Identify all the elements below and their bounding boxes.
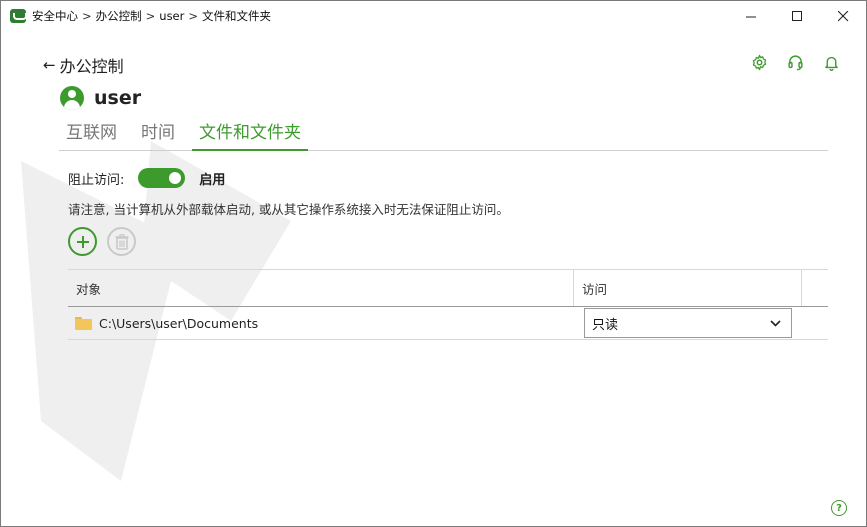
breadcrumb-item: user xyxy=(159,9,185,23)
settings-button[interactable] xyxy=(750,53,768,71)
plus-icon xyxy=(76,235,89,248)
notifications-button[interactable] xyxy=(822,53,840,71)
minimize-icon xyxy=(745,16,756,17)
toggle-knob xyxy=(169,172,182,184)
table-row[interactable]: C:\Users\user\Documents 只读 xyxy=(68,307,828,340)
column-header-spacer xyxy=(802,270,828,306)
breadcrumb-item: 文件和文件夹 xyxy=(202,9,272,23)
breadcrumb-item: 办公控制 xyxy=(95,9,142,23)
access-cell: 只读 xyxy=(574,308,802,338)
column-header-object[interactable]: 对象 xyxy=(68,270,574,306)
tab-internet[interactable]: 互联网 xyxy=(59,121,124,151)
object-cell: C:\Users\user\Documents xyxy=(68,316,574,331)
bell-icon xyxy=(824,56,838,71)
user-name: user xyxy=(94,87,142,109)
breadcrumb-separator: > xyxy=(145,9,156,23)
notice-text: 请注意, 当计算机从外部载体启动, 或从其它操作系统接入时无法保证阻止访问。 xyxy=(68,202,509,217)
breadcrumb-separator: > xyxy=(188,9,199,23)
support-button[interactable] xyxy=(786,53,804,71)
title-bar: 安全中心 > 办公控制 > user > 文件和文件夹 xyxy=(1,1,866,31)
tab-files-and-folders[interactable]: 文件和文件夹 xyxy=(192,121,308,151)
maximize-button[interactable] xyxy=(774,1,820,31)
back-arrow-icon: ← xyxy=(43,56,56,74)
object-path: C:\Users\user\Documents xyxy=(99,315,259,331)
breadcrumb-separator: > xyxy=(82,9,92,23)
toggle-state-label: 启用 xyxy=(199,172,226,188)
close-button[interactable] xyxy=(820,1,866,31)
access-select-value: 只读 xyxy=(592,317,619,333)
window-controls xyxy=(728,1,866,31)
breadcrumb-item: 安全中心 xyxy=(32,9,78,23)
headset-icon xyxy=(787,55,803,70)
trash-icon xyxy=(115,233,128,250)
block-access-row: 阻止访问: 启用 xyxy=(68,168,225,188)
close-icon xyxy=(837,10,848,21)
tab-time[interactable]: 时间 xyxy=(134,121,182,151)
help-button[interactable]: ? xyxy=(831,500,847,516)
back-label: 办公控制 xyxy=(59,57,124,76)
folder-icon xyxy=(75,316,92,330)
access-table: 对象 访问 C:\Users\user\Documents 只读 xyxy=(68,269,828,340)
user-header: user xyxy=(60,86,141,110)
action-buttons xyxy=(68,227,136,256)
breadcrumb: 安全中心 > 办公控制 > user > 文件和文件夹 xyxy=(32,8,271,24)
question-icon: ? xyxy=(836,502,842,514)
minimize-button[interactable] xyxy=(728,1,774,31)
table-header: 对象 访问 xyxy=(68,269,828,307)
column-header-access[interactable]: 访问 xyxy=(574,270,802,306)
block-access-label: 阻止访问: xyxy=(68,172,125,188)
tab-bar: 互联网 时间 文件和文件夹 xyxy=(59,121,828,151)
back-link[interactable]: ← 办公控制 xyxy=(43,53,124,77)
block-access-toggle[interactable] xyxy=(138,168,186,188)
gear-icon xyxy=(752,54,766,70)
maximize-icon xyxy=(791,10,802,21)
top-toolbar xyxy=(750,53,840,71)
delete-button[interactable] xyxy=(107,227,136,256)
app-logo-icon xyxy=(10,9,27,23)
avatar xyxy=(60,86,84,110)
access-select[interactable]: 只读 xyxy=(584,308,792,338)
add-button[interactable] xyxy=(68,227,97,256)
chevron-down-icon xyxy=(770,319,781,327)
